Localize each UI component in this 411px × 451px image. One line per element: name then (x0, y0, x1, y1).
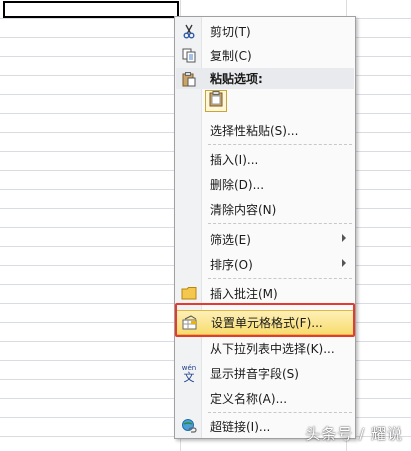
menu-item-paste-special[interactable]: 选择性粘贴(S)... (176, 118, 354, 142)
hyperlink-icon (176, 414, 201, 438)
menu-item-label: 粘贴选项: (210, 72, 263, 86)
menu-item-delete[interactable]: 删除(D)... (176, 172, 354, 196)
paste-clipboard-icon (209, 91, 223, 111)
menu-item-insert[interactable]: 插入(I)... (176, 147, 354, 171)
menu-item-show-phonetic[interactable]: wén 文 显示拼音字段(S) (176, 361, 354, 385)
menu-item-sort[interactable]: 排序(O) (176, 252, 354, 276)
menu-separator (208, 278, 352, 279)
menu-item-label: 插入批注(M) (210, 286, 278, 301)
menu-separator (208, 223, 352, 224)
paste-clipboard-button[interactable] (205, 90, 227, 112)
menu-item-label: 剪切(T) (210, 24, 251, 39)
menu-item-label: 从下拉列表中选择(K)... (210, 341, 335, 356)
selected-cell[interactable] (3, 1, 179, 18)
menu-separator (208, 144, 352, 145)
paste-options-header: 粘贴选项: (176, 68, 354, 89)
menu-item-label: 显示拼音字段(S) (210, 366, 299, 381)
scissors-icon (176, 19, 201, 43)
watermark: 头条号 / 耀说 (305, 425, 403, 443)
submenu-arrow-icon (342, 259, 346, 267)
context-menu: 剪切(T) 复制(C) 粘贴选项: 选择性粘贴(S)... 插入(I)... 删… (174, 16, 356, 439)
menu-item-filter[interactable]: 筛选(E) (176, 227, 354, 251)
menu-item-label: 排序(O) (210, 257, 253, 272)
submenu-arrow-icon (342, 234, 346, 242)
comment-folder-icon (176, 281, 201, 305)
menu-item-label: 超链接(I)... (210, 419, 271, 434)
menu-item-label: 复制(C) (210, 48, 252, 63)
menu-item-label: 删除(D)... (210, 177, 265, 192)
menu-item-label: 选择性粘贴(S)... (210, 123, 299, 138)
menu-item-pick-from-list[interactable]: 从下拉列表中选择(K)... (176, 336, 354, 360)
menu-item-insert-comment[interactable]: 插入批注(M) (176, 281, 354, 305)
phonetic-icon: wén 文 (176, 361, 201, 385)
menu-item-label: 筛选(E) (210, 232, 251, 247)
menu-item-clear-contents[interactable]: 清除内容(N) (176, 197, 354, 221)
menu-item-copy[interactable]: 复制(C) (176, 43, 354, 67)
menu-separator (208, 412, 352, 413)
menu-item-label: 清除内容(N) (210, 202, 277, 217)
menu-item-define-name[interactable]: 定义名称(A)... (176, 386, 354, 410)
svg-text:文: 文 (183, 370, 194, 383)
menu-item-label: 定义名称(A)... (210, 391, 288, 406)
menu-item-label: 插入(I)... (210, 152, 259, 167)
copy-icon (176, 43, 201, 67)
menu-item-cut[interactable]: 剪切(T) (176, 19, 354, 43)
paste-icon (176, 68, 201, 89)
annotation-highlight-box (175, 303, 355, 337)
